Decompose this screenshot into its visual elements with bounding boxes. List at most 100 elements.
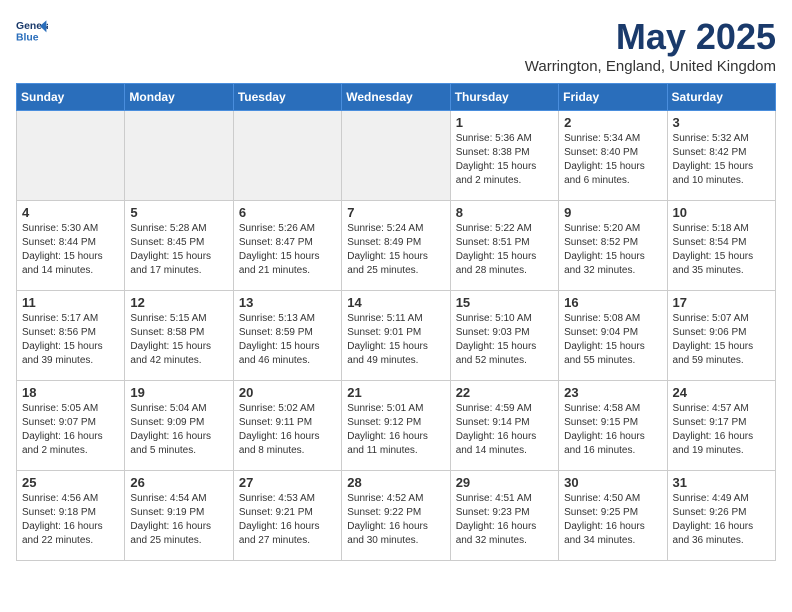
weekday-header-saturday: Saturday	[667, 84, 775, 111]
calendar-table: SundayMondayTuesdayWednesdayThursdayFrid…	[16, 83, 776, 561]
calendar-cell: 6 Sunrise: 5:26 AM Sunset: 8:47 PM Daylig…	[233, 201, 341, 291]
day-number: 24	[673, 385, 770, 400]
calendar-cell	[17, 111, 125, 201]
calendar-cell: 12 Sunrise: 5:15 AM Sunset: 8:58 PM Dayli…	[125, 291, 233, 381]
calendar-cell	[233, 111, 341, 201]
day-info: Sunrise: 5:13 AM Sunset: 8:59 PM Dayligh…	[239, 312, 336, 368]
day-info: Sunrise: 5:02 AM Sunset: 9:11 PM Dayligh…	[239, 402, 336, 458]
calendar-cell: 26 Sunrise: 4:54 AM Sunset: 9:19 PM Dayli…	[125, 471, 233, 561]
day-number: 28	[347, 475, 444, 490]
day-number: 14	[347, 295, 444, 310]
calendar-cell: 30 Sunrise: 4:50 AM Sunset: 9:25 PM Dayli…	[559, 471, 667, 561]
weekday-header-monday: Monday	[125, 84, 233, 111]
day-info: Sunrise: 5:26 AM Sunset: 8:47 PM Dayligh…	[239, 222, 336, 278]
weekday-header-wednesday: Wednesday	[342, 84, 450, 111]
day-info: Sunrise: 5:30 AM Sunset: 8:44 PM Dayligh…	[22, 222, 119, 278]
day-number: 20	[239, 385, 336, 400]
calendar-cell: 10Sunrise: 5:18 AM Sunset: 8:54 PM Dayli…	[667, 201, 775, 291]
calendar-cell: 5 Sunrise: 5:28 AM Sunset: 8:45 PM Daylig…	[125, 201, 233, 291]
day-number: 13	[239, 295, 336, 310]
location: Warrington, England, United Kingdom	[525, 58, 776, 75]
week-row-2: 4Sunrise: 5:30 AM Sunset: 8:44 PM Daylig…	[17, 201, 776, 291]
day-info: Sunrise: 5:11 AM Sunset: 9:01 PM Dayligh…	[347, 312, 444, 368]
calendar-cell: 22 Sunrise: 4:59 AM Sunset: 9:14 PM Dayli…	[450, 381, 558, 471]
calendar-cell: 3 Sunrise: 5:32 AM Sunset: 8:42 PM Daylig…	[667, 111, 775, 201]
calendar-cell: 21Sunrise: 5:01 AM Sunset: 9:12 PM Dayli…	[342, 381, 450, 471]
day-number: 22	[456, 385, 553, 400]
day-number: 30	[564, 475, 661, 490]
week-row-1: 1 Sunrise: 5:36 AM Sunset: 8:38 PM Daylig…	[17, 111, 776, 201]
day-info: Sunrise: 4:49 AM Sunset: 9:26 PM Dayligh…	[673, 492, 770, 548]
day-info: Sunrise: 4:54 AM Sunset: 9:19 PM Dayligh…	[130, 492, 227, 548]
day-number: 25	[22, 475, 119, 490]
day-info: Sunrise: 5:28 AM Sunset: 8:45 PM Dayligh…	[130, 222, 227, 278]
day-number: 17	[673, 295, 770, 310]
day-number: 27	[239, 475, 336, 490]
day-info: Sunrise: 5:08 AM Sunset: 9:04 PM Dayligh…	[564, 312, 661, 368]
day-number: 26	[130, 475, 227, 490]
calendar-cell: 20 Sunrise: 5:02 AM Sunset: 9:11 PM Dayli…	[233, 381, 341, 471]
day-info: Sunrise: 5:07 AM Sunset: 9:06 PM Dayligh…	[673, 312, 770, 368]
day-number: 31	[673, 475, 770, 490]
calendar-cell: 4Sunrise: 5:30 AM Sunset: 8:44 PM Daylig…	[17, 201, 125, 291]
day-info: Sunrise: 5:34 AM Sunset: 8:40 PM Dayligh…	[564, 132, 661, 188]
day-number: 9	[564, 205, 661, 220]
day-number: 6	[239, 205, 336, 220]
calendar-cell: 25 Sunrise: 4:56 AM Sunset: 9:18 PM Dayli…	[17, 471, 125, 561]
calendar-cell: 1 Sunrise: 5:36 AM Sunset: 8:38 PM Daylig…	[450, 111, 558, 201]
calendar-cell: 13 Sunrise: 5:13 AM Sunset: 8:59 PM Dayli…	[233, 291, 341, 381]
day-number: 16	[564, 295, 661, 310]
day-number: 18	[22, 385, 119, 400]
day-info: Sunrise: 5:20 AM Sunset: 8:52 PM Dayligh…	[564, 222, 661, 278]
day-number: 21	[347, 385, 444, 400]
day-number: 5	[130, 205, 227, 220]
day-number: 8	[456, 205, 553, 220]
day-number: 15	[456, 295, 553, 310]
day-info: Sunrise: 4:59 AM Sunset: 9:14 PM Dayligh…	[456, 402, 553, 458]
calendar-cell	[342, 111, 450, 201]
day-info: Sunrise: 5:15 AM Sunset: 8:58 PM Dayligh…	[130, 312, 227, 368]
day-number: 29	[456, 475, 553, 490]
calendar-cell: 28 Sunrise: 4:52 AM Sunset: 9:22 PM Dayli…	[342, 471, 450, 561]
day-info: Sunrise: 5:17 AM Sunset: 8:56 PM Dayligh…	[22, 312, 119, 368]
day-info: Sunrise: 5:05 AM Sunset: 9:07 PM Dayligh…	[22, 402, 119, 458]
week-row-5: 25 Sunrise: 4:56 AM Sunset: 9:18 PM Dayli…	[17, 471, 776, 561]
weekday-header-friday: Friday	[559, 84, 667, 111]
day-number: 23	[564, 385, 661, 400]
weekday-header-sunday: Sunday	[17, 84, 125, 111]
day-number: 1	[456, 115, 553, 130]
day-info: Sunrise: 4:50 AM Sunset: 9:25 PM Dayligh…	[564, 492, 661, 548]
month-title: May 2025	[525, 16, 776, 58]
day-info: Sunrise: 5:18 AM Sunset: 8:54 PM Dayligh…	[673, 222, 770, 278]
calendar-cell: 18 Sunrise: 5:05 AM Sunset: 9:07 PM Dayli…	[17, 381, 125, 471]
title-block: May 2025 Warrington, England, United Kin…	[525, 16, 776, 75]
day-info: Sunrise: 5:32 AM Sunset: 8:42 PM Dayligh…	[673, 132, 770, 188]
day-number: 2	[564, 115, 661, 130]
week-row-4: 18 Sunrise: 5:05 AM Sunset: 9:07 PM Dayli…	[17, 381, 776, 471]
calendar-cell: 8Sunrise: 5:22 AM Sunset: 8:51 PM Daylig…	[450, 201, 558, 291]
day-number: 12	[130, 295, 227, 310]
day-info: Sunrise: 5:36 AM Sunset: 8:38 PM Dayligh…	[456, 132, 553, 188]
calendar-cell: 31 Sunrise: 4:49 AM Sunset: 9:26 PM Dayli…	[667, 471, 775, 561]
calendar-cell: 2 Sunrise: 5:34 AM Sunset: 8:40 PM Daylig…	[559, 111, 667, 201]
calendar-cell: 27Sunrise: 4:53 AM Sunset: 9:21 PM Dayli…	[233, 471, 341, 561]
calendar-cell	[125, 111, 233, 201]
calendar-cell: 7Sunrise: 5:24 AM Sunset: 8:49 PM Daylig…	[342, 201, 450, 291]
logo-icon: General Blue	[16, 16, 48, 44]
weekday-header-tuesday: Tuesday	[233, 84, 341, 111]
week-row-3: 11 Sunrise: 5:17 AM Sunset: 8:56 PM Dayli…	[17, 291, 776, 381]
day-number: 11	[22, 295, 119, 310]
calendar-cell: 11 Sunrise: 5:17 AM Sunset: 8:56 PM Dayli…	[17, 291, 125, 381]
day-number: 7	[347, 205, 444, 220]
calendar-cell: 15Sunrise: 5:10 AM Sunset: 9:03 PM Dayli…	[450, 291, 558, 381]
logo: General Blue	[16, 16, 48, 44]
calendar-cell: 14 Sunrise: 5:11 AM Sunset: 9:01 PM Dayli…	[342, 291, 450, 381]
calendar-cell: 19Sunrise: 5:04 AM Sunset: 9:09 PM Dayli…	[125, 381, 233, 471]
day-info: Sunrise: 4:52 AM Sunset: 9:22 PM Dayligh…	[347, 492, 444, 548]
day-number: 3	[673, 115, 770, 130]
page-header: General Blue May 2025 Warrington, Englan…	[16, 16, 776, 75]
weekday-header-row: SundayMondayTuesdayWednesdayThursdayFrid…	[17, 84, 776, 111]
calendar-cell: 23Sunrise: 4:58 AM Sunset: 9:15 PM Dayli…	[559, 381, 667, 471]
calendar-cell: 16 Sunrise: 5:08 AM Sunset: 9:04 PM Dayli…	[559, 291, 667, 381]
day-info: Sunrise: 4:56 AM Sunset: 9:18 PM Dayligh…	[22, 492, 119, 548]
